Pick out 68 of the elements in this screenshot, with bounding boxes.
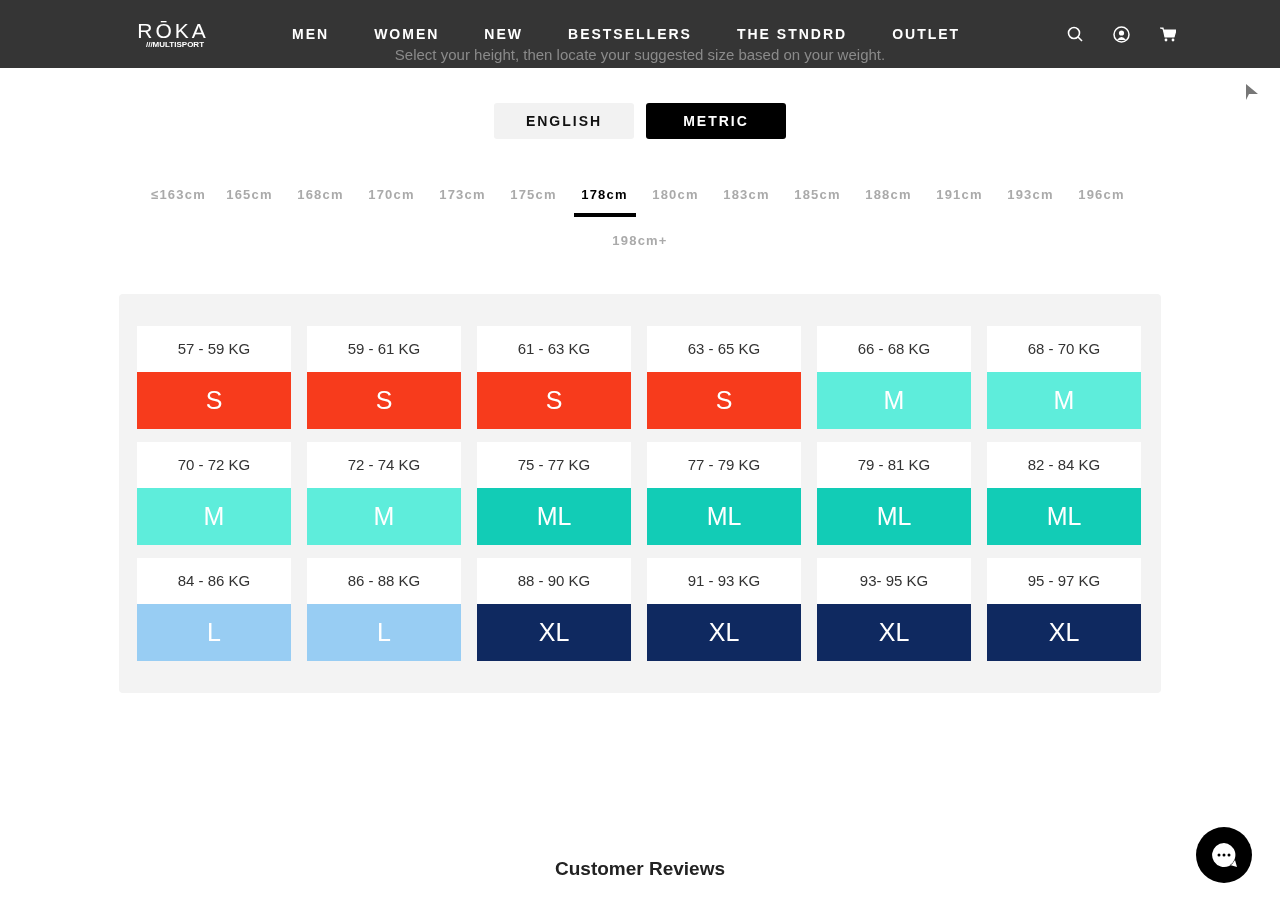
nav-link[interactable]: THE STNDRD bbox=[736, 23, 848, 45]
weight-label: 63 - 65 KG bbox=[647, 326, 801, 372]
account-icon[interactable] bbox=[1113, 25, 1130, 43]
size-label: ML bbox=[987, 488, 1141, 545]
size-label: S bbox=[477, 372, 631, 429]
size-label: M bbox=[987, 372, 1141, 429]
height-tab[interactable]: ≤163cm bbox=[147, 183, 210, 217]
height-tab[interactable]: 183cm bbox=[715, 183, 778, 217]
size-label: M bbox=[817, 372, 971, 429]
nav-link[interactable]: OUTLET bbox=[892, 23, 961, 45]
weight-label: 77 - 79 KG bbox=[647, 442, 801, 488]
size-label: S bbox=[647, 372, 801, 429]
nav-link[interactable]: NEW bbox=[484, 23, 523, 45]
chat-button[interactable] bbox=[1196, 827, 1252, 883]
weight-label: 82 - 84 KG bbox=[987, 442, 1141, 488]
size-label: ML bbox=[477, 488, 631, 545]
unit-tab[interactable]: ENGLISH bbox=[494, 103, 634, 139]
weight-label: 91 - 93 KG bbox=[647, 558, 801, 604]
weight-label: 66 - 68 KG bbox=[817, 326, 971, 372]
search-icon[interactable] bbox=[1067, 26, 1083, 42]
instruction-text: Select your height, then locate your suggested size based on your weight. bbox=[394, 45, 886, 65]
weight-label: 79 - 81 KG bbox=[817, 442, 971, 488]
size-label: ML bbox=[817, 488, 971, 545]
weight-label: 75 - 77 KG bbox=[477, 442, 631, 488]
height-tab[interactable]: 198cm+ bbox=[609, 228, 671, 262]
nav-link[interactable]: WOMEN bbox=[374, 23, 440, 45]
height-tab[interactable]: 180cm bbox=[644, 183, 707, 217]
height-tab[interactable]: 178cm bbox=[573, 183, 636, 217]
height-tab[interactable]: 196cm bbox=[1070, 183, 1133, 217]
height-tab[interactable]: 173cm bbox=[431, 183, 494, 217]
logo[interactable]: RŌKA ///MULTISPORT bbox=[118, 19, 228, 49]
size-label: XL bbox=[987, 604, 1141, 661]
height-tab[interactable]: 185cm bbox=[786, 183, 849, 217]
weight-label: 70 - 72 KG bbox=[137, 442, 291, 488]
weight-label: 93- 95 KG bbox=[817, 558, 971, 604]
size-label: L bbox=[137, 604, 291, 661]
size-label: ML bbox=[647, 488, 801, 545]
size-label: XL bbox=[817, 604, 971, 661]
cart-icon[interactable] bbox=[1160, 26, 1176, 42]
height-tab[interactable]: 175cm bbox=[502, 183, 565, 217]
nav-link[interactable]: BESTSELLERS bbox=[568, 23, 692, 45]
weight-label: 72 - 74 KG bbox=[307, 442, 461, 488]
play-icon bbox=[1246, 84, 1258, 100]
weight-label: 59 - 61 KG bbox=[307, 326, 461, 372]
height-tab[interactable]: 188cm bbox=[857, 183, 920, 217]
weight-label: 86 - 88 KG bbox=[307, 558, 461, 604]
weight-label: 68 - 70 KG bbox=[987, 326, 1141, 372]
chat-icon bbox=[1211, 842, 1237, 868]
size-label: S bbox=[307, 372, 461, 429]
size-label: XL bbox=[477, 604, 631, 661]
height-tab[interactable]: 170cm bbox=[360, 183, 423, 217]
size-label: L bbox=[307, 604, 461, 661]
weight-label: 84 - 86 KG bbox=[137, 558, 291, 604]
weight-label: 88 - 90 KG bbox=[477, 558, 631, 604]
weight-label: 61 - 63 KG bbox=[477, 326, 631, 372]
weight-label: 57 - 59 KG bbox=[137, 326, 291, 372]
section-title: Customer Reviews bbox=[555, 857, 725, 881]
height-tab[interactable]: 165cm bbox=[218, 183, 281, 217]
height-tab[interactable]: 191cm bbox=[928, 183, 991, 217]
weight-label: 95 - 97 KG bbox=[987, 558, 1141, 604]
size-label: M bbox=[137, 488, 291, 545]
size-label: M bbox=[307, 488, 461, 545]
height-tab[interactable]: 168cm bbox=[289, 183, 352, 217]
unit-tab[interactable]: METRIC bbox=[646, 103, 786, 139]
size-label: S bbox=[137, 372, 291, 429]
height-tab[interactable]: 193cm bbox=[999, 183, 1062, 217]
nav-link[interactable]: MEN bbox=[292, 23, 330, 45]
size-label: XL bbox=[647, 604, 801, 661]
